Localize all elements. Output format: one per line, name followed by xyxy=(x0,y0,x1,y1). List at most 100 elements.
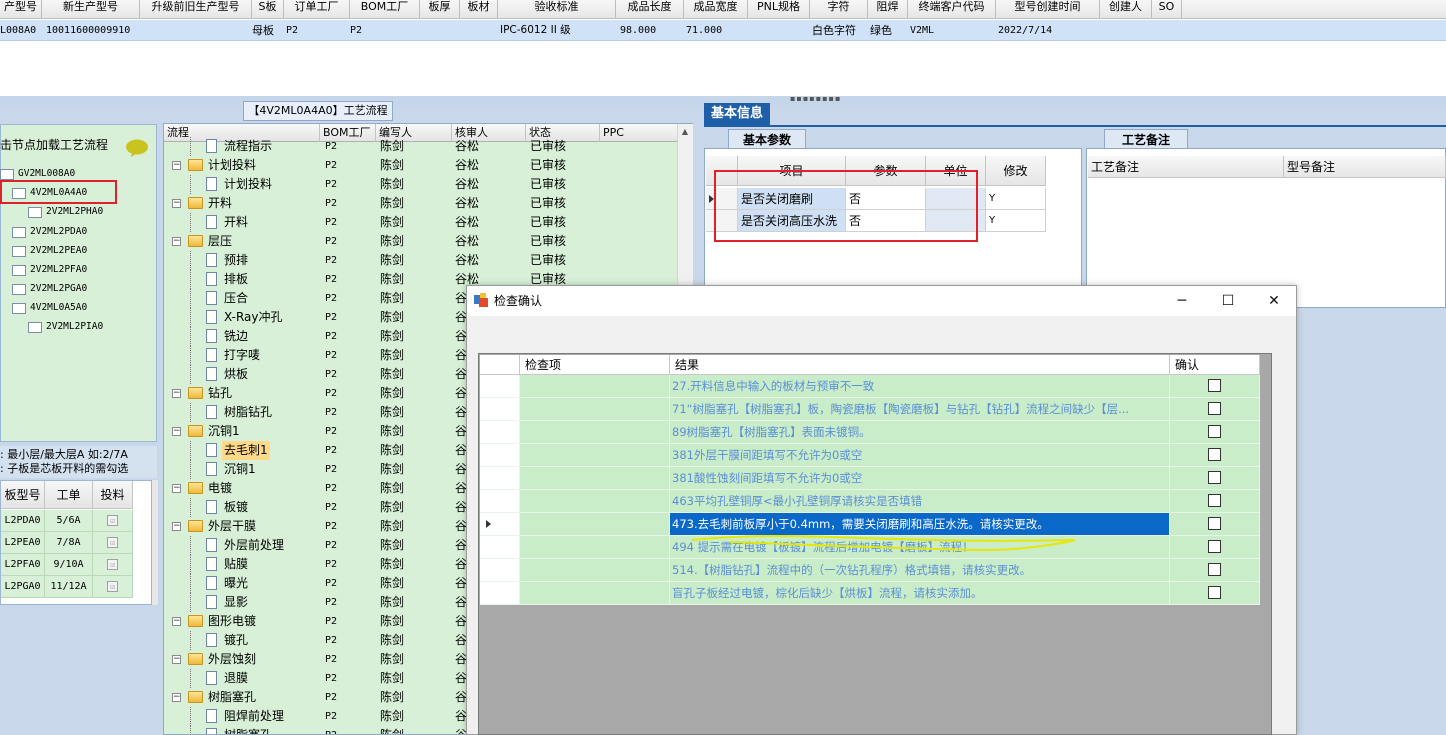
collapse-icon[interactable]: − xyxy=(172,484,181,493)
cell-confirm[interactable] xyxy=(1170,467,1260,490)
collapse-icon[interactable]: − xyxy=(172,693,181,702)
cell-check-item[interactable] xyxy=(520,398,670,421)
tree-item[interactable]: 2V2ML2PFA0 xyxy=(12,262,142,278)
collapse-icon[interactable]: − xyxy=(172,199,181,208)
row-selector[interactable] xyxy=(480,582,520,605)
tree-item[interactable]: 4V2ML0A4A0 xyxy=(12,185,142,201)
cell-check-item[interactable] xyxy=(520,490,670,513)
cell-order[interactable]: 9/10A xyxy=(45,554,93,576)
cell-check-item[interactable] xyxy=(520,375,670,398)
cell-confirm[interactable] xyxy=(1170,559,1260,582)
column-header[interactable]: 板厚 xyxy=(420,0,460,19)
cell-order[interactable]: 7/8A xyxy=(45,532,93,554)
column-header[interactable]: 终端客户代码 xyxy=(908,0,996,19)
column-header[interactable]: 订单工厂 xyxy=(284,0,350,19)
collapse-icon[interactable]: − xyxy=(172,427,181,436)
cell-result[interactable]: 463平均孔壁铜厚<最小孔壁铜厚请核实是否填错 xyxy=(670,490,1170,513)
cell-check-item[interactable] xyxy=(520,582,670,605)
confirm-checkbox[interactable] xyxy=(1208,586,1221,599)
process-row[interactable]: − 层压 P2 陈剑 谷松 已审核 xyxy=(164,232,680,251)
cell-order[interactable]: 5/6A xyxy=(45,510,93,532)
cell-confirm[interactable] xyxy=(1170,513,1260,536)
column-header[interactable]: 成品长度 xyxy=(616,0,684,19)
cell-feed[interactable]: ☑ xyxy=(93,510,133,532)
confirm-checkbox[interactable] xyxy=(1208,425,1221,438)
cell-check-item[interactable] xyxy=(520,467,670,490)
minimize-button[interactable]: ─ xyxy=(1159,286,1205,316)
collapse-icon[interactable]: − xyxy=(172,617,181,626)
cell-confirm[interactable] xyxy=(1170,444,1260,467)
confirm-checkbox[interactable] xyxy=(1208,471,1221,484)
cell-check-item[interactable] xyxy=(520,536,670,559)
tree-item[interactable]: GV2ML008A0 xyxy=(0,166,130,182)
feed-checkbox[interactable]: ☑ xyxy=(107,580,118,592)
row-selector[interactable] xyxy=(480,444,520,467)
splitter-grip[interactable]: ▪▪▪▪▪▪▪▪ xyxy=(790,95,840,103)
cell-feed[interactable]: ☑ xyxy=(93,554,133,576)
confirm-checkbox[interactable] xyxy=(1208,540,1221,553)
cell-result[interactable]: 71“树脂塞孔【树脂塞孔】板，陶瓷磨板【陶瓷磨板】与钻孔【钻孔】流程之间缺少【层… xyxy=(670,398,1170,421)
column-header[interactable]: 字符 xyxy=(810,0,868,19)
process-row[interactable]: − 开料 P2 陈剑 谷松 已审核 xyxy=(164,194,680,213)
cell-board-model[interactable]: L2PFA0 xyxy=(1,554,45,576)
column-header[interactable]: 确认 xyxy=(1170,355,1260,375)
cell-confirm[interactable] xyxy=(1170,421,1260,444)
tree-item[interactable]: 2V2ML2PEA0 xyxy=(12,243,142,259)
column-header[interactable]: 检查项 xyxy=(520,355,670,375)
cell-feed[interactable]: ☑ xyxy=(93,576,133,598)
chat-bubble-icon[interactable] xyxy=(124,138,150,158)
process-row[interactable]: 流程指示 P2 陈剑 谷松 已审核 xyxy=(164,137,680,156)
scrollbar[interactable] xyxy=(152,480,158,605)
tab-process-remark[interactable]: 工艺备注 xyxy=(1104,129,1188,149)
cell-result[interactable]: 盲孔子板经过电镀，棕化后缺少【烘板】流程，请核实添加。 xyxy=(670,582,1170,605)
table-row[interactable]: L008A0 10011600009910 母板 P2 P2 IPC-6012 … xyxy=(0,20,1446,41)
confirm-checkbox[interactable] xyxy=(1208,379,1221,392)
row-selector[interactable] xyxy=(480,490,520,513)
tree-item[interactable]: 2V2ML2PGA0 xyxy=(12,281,142,297)
column-header[interactable]: 工单 xyxy=(45,481,93,509)
column-header[interactable]: PNL规格 xyxy=(748,0,810,19)
row-selector[interactable] xyxy=(480,421,520,444)
confirm-checkbox[interactable] xyxy=(1208,517,1221,530)
column-header[interactable]: 结果 xyxy=(670,355,1170,375)
column-header[interactable]: 验收标准 xyxy=(498,0,616,19)
tree-item[interactable]: 2V2ML2PHA0 xyxy=(28,204,158,220)
tab-basic-params[interactable]: 基本参数 xyxy=(728,129,806,149)
tree-item[interactable]: 2V2ML2PDA0 xyxy=(12,224,142,240)
cell-board-model[interactable]: L2PDA0 xyxy=(1,510,45,532)
row-selector[interactable] xyxy=(480,536,520,559)
column-header[interactable]: SO xyxy=(1152,0,1182,19)
confirm-checkbox[interactable] xyxy=(1208,448,1221,461)
column-header[interactable]: 投料 xyxy=(93,481,133,509)
cell-check-item[interactable] xyxy=(520,513,670,536)
column-header[interactable]: S板 xyxy=(252,0,284,19)
close-button[interactable]: ✕ xyxy=(1251,286,1297,316)
column-header[interactable]: BOM工厂 xyxy=(350,0,420,19)
cell-modify[interactable]: Y xyxy=(986,210,1046,232)
row-selector[interactable] xyxy=(480,398,520,421)
process-row[interactable]: 开料 P2 陈剑 谷松 已审核 xyxy=(164,213,680,232)
row-selector[interactable] xyxy=(480,513,520,536)
row-selector[interactable] xyxy=(480,467,520,490)
confirm-checkbox[interactable] xyxy=(1208,563,1221,576)
cell-result[interactable]: 27.开料信息中输入的板材与预审不一致 xyxy=(670,375,1170,398)
process-row[interactable]: 预排 P2 陈剑 谷松 已审核 xyxy=(164,251,680,270)
column-header[interactable]: 型号备注 xyxy=(1284,156,1446,178)
feed-checkbox[interactable]: ☑ xyxy=(107,514,118,526)
cell-check-item[interactable] xyxy=(520,421,670,444)
sub-board-grid[interactable]: 板型号 工单 投料 L2PDA0 5/6A ☑ L2PEA0 7/8A ☑ L2PFA0 9/… xyxy=(0,480,152,605)
column-header[interactable]: 型号创建时间 xyxy=(996,0,1100,19)
column-header[interactable]: 产型号 xyxy=(0,0,42,19)
confirm-checkbox[interactable] xyxy=(1208,494,1221,507)
tree-item[interactable]: 4V2ML0A5A0 xyxy=(12,300,142,316)
cell-check-item[interactable] xyxy=(520,444,670,467)
collapse-icon[interactable]: − xyxy=(172,161,181,170)
column-header[interactable]: 阻焊 xyxy=(868,0,908,19)
cell-modify[interactable]: Y xyxy=(986,188,1046,210)
tree-item[interactable]: 2V2ML2PIA0 xyxy=(28,319,158,335)
column-header[interactable]: 板材 xyxy=(460,0,498,19)
process-row[interactable]: − 计划投料 P2 陈剑 谷松 已审核 xyxy=(164,156,680,175)
collapse-icon[interactable]: − xyxy=(172,389,181,398)
column-header[interactable]: 板型号 xyxy=(1,481,45,509)
maximize-button[interactable]: ☐ xyxy=(1205,286,1251,316)
